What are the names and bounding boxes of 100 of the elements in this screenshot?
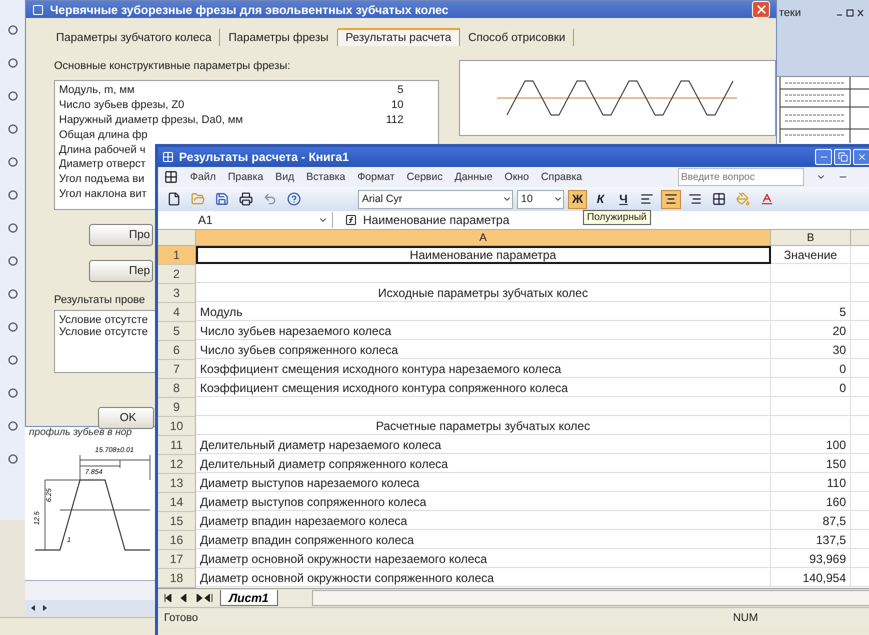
- table-cell: Исходные параметры зубчатых колес: [196, 284, 771, 302]
- page-icon: [167, 192, 181, 206]
- font-name-field[interactable]: Arial Cyr: [358, 190, 513, 208]
- table-cell: Наименование параметра: [196, 246, 771, 264]
- table-cell: 110: [771, 474, 851, 492]
- font-size-field[interactable]: 10: [517, 190, 564, 208]
- menu-item[interactable]: Правка: [228, 171, 264, 183]
- table-cell: 100: [771, 436, 851, 454]
- row-header[interactable]: 6: [158, 341, 196, 360]
- menu-item[interactable]: Файл: [190, 171, 216, 183]
- table-cell: 137,5: [771, 531, 851, 549]
- name-box[interactable]: A1: [158, 212, 333, 228]
- menu-item[interactable]: Окно: [504, 171, 529, 183]
- parameter-name: Диаметр отверст: [59, 158, 146, 170]
- ok-button[interactable]: OK: [98, 407, 154, 429]
- table-cell: Число зубьев сопряженного колеса: [196, 341, 771, 359]
- minimize-button[interactable]: [815, 149, 832, 165]
- parameter-value: 112: [386, 114, 404, 126]
- tab[interactable]: Результаты расчета: [338, 28, 460, 46]
- results-label: Результаты прове: [54, 294, 146, 306]
- row-header[interactable]: 8: [158, 379, 196, 398]
- function-icon[interactable]: [345, 214, 357, 226]
- workbook-icon[interactable]: [164, 170, 178, 184]
- underline-button[interactable]: Ч: [614, 190, 633, 208]
- row-header[interactable]: 13: [158, 474, 196, 493]
- row-header[interactable]: 10: [158, 417, 196, 436]
- folder-icon: [191, 192, 205, 206]
- corner-cell[interactable]: [158, 230, 196, 246]
- menu-item[interactable]: Вид: [275, 171, 294, 183]
- table-cell: Диаметр основной окружности сопряженного колеса: [196, 569, 771, 587]
- maximize-button[interactable]: [834, 149, 851, 165]
- table-cell: 0: [771, 379, 851, 397]
- scroll-arrows-icon[interactable]: [31, 605, 47, 611]
- table-cell: 20: [771, 322, 851, 340]
- close-button[interactable]: [752, 1, 770, 18]
- row-header[interactable]: 16: [158, 531, 196, 550]
- action-button[interactable]: Про: [89, 224, 153, 246]
- row-header[interactable]: 18: [158, 569, 196, 588]
- cad-scrollbar[interactable]: [25, 600, 155, 616]
- table-cell: 0: [771, 360, 851, 378]
- parameter-name: Модуль, m, мм: [59, 84, 135, 96]
- align-center-button[interactable]: [661, 190, 681, 208]
- italic-button[interactable]: К: [591, 190, 610, 208]
- row-header[interactable]: 11: [158, 436, 196, 455]
- table-cell: 5: [771, 303, 851, 321]
- bold-button[interactable]: Ж: [568, 190, 587, 208]
- table-cell: Число зубьев нарезаемого колеса: [196, 322, 771, 340]
- result-line: Условие отсутсте: [59, 326, 148, 338]
- menu-item[interactable]: Справка: [540, 171, 582, 183]
- align-left-icon: [640, 192, 654, 206]
- parameter-name: Наружный диаметр фрезы, Da0, мм: [59, 114, 243, 126]
- sheet-tab[interactable]: Лист1: [220, 590, 278, 606]
- help-icon: [287, 192, 301, 206]
- row-header[interactable]: 14: [158, 493, 196, 512]
- dialog-title: Червячные зуборезные фрезы для эвольвентных зубчатых колес: [50, 2, 448, 16]
- window-controls-icon[interactable]: [835, 8, 865, 18]
- row-header[interactable]: 3: [158, 284, 196, 303]
- table-cell: Значение: [771, 246, 851, 264]
- tab[interactable]: Способ отрисовки: [460, 28, 574, 46]
- column-header[interactable]: A: [196, 230, 771, 246]
- formula-field[interactable]: Наименование параметра: [357, 213, 510, 227]
- close-icon: [754, 3, 768, 16]
- action-button[interactable]: Пер: [89, 260, 153, 282]
- sheet-navigation-icon[interactable]: [164, 594, 214, 602]
- row-header[interactable]: 7: [158, 360, 196, 379]
- row-header[interactable]: 4: [158, 303, 196, 322]
- row-header[interactable]: 2: [158, 265, 196, 284]
- parameter-value: 10: [391, 99, 404, 112]
- menu-item[interactable]: Данные: [454, 171, 493, 183]
- paint-bucket-icon: [736, 192, 750, 206]
- row-header[interactable]: 17: [158, 550, 196, 569]
- status-text: Готово: [164, 612, 198, 624]
- table-cell: 87,5: [771, 512, 851, 530]
- close-button[interactable]: [853, 149, 869, 165]
- horizontal-scrollbar[interactable]: [312, 590, 869, 606]
- tab[interactable]: Параметры зубчатого колеса: [48, 28, 220, 46]
- column-header[interactable]: B: [771, 230, 851, 246]
- row-header[interactable]: 9: [158, 398, 196, 417]
- row-header[interactable]: 5: [158, 322, 196, 341]
- help-search-field[interactable]: Введите вопрос: [678, 168, 804, 186]
- table-cell: Модуль: [196, 303, 771, 321]
- table-cell: 93,969: [771, 550, 851, 568]
- restore-icon: [838, 152, 848, 162]
- window-title: Результаты расчета - Книга1: [179, 150, 349, 164]
- table-cell: 150: [771, 455, 851, 473]
- menu-item[interactable]: Формат: [357, 171, 395, 183]
- table-cell: Коэффициент смещения исходного контура нарезаемого колеса: [196, 360, 771, 378]
- table-cell: 30: [771, 341, 851, 359]
- menu-item[interactable]: Сервис: [406, 171, 443, 183]
- table-cell: Диаметр выступов сопряженного колеса: [196, 493, 771, 511]
- section-label: Основные конструктивные параметры фрезы:: [54, 60, 292, 72]
- row-header[interactable]: 1: [158, 246, 196, 265]
- menu-item[interactable]: Вставка: [306, 171, 346, 183]
- parameter-name: Длина рабочей ч: [59, 144, 146, 156]
- save-icon: [215, 192, 229, 206]
- parameter-name: Число зубьев фрезы, Z0: [59, 99, 184, 112]
- row-header[interactable]: 15: [158, 512, 196, 531]
- window-title: теки: [779, 7, 801, 19]
- row-header[interactable]: 12: [158, 455, 196, 474]
- align-center-icon: [664, 192, 678, 206]
